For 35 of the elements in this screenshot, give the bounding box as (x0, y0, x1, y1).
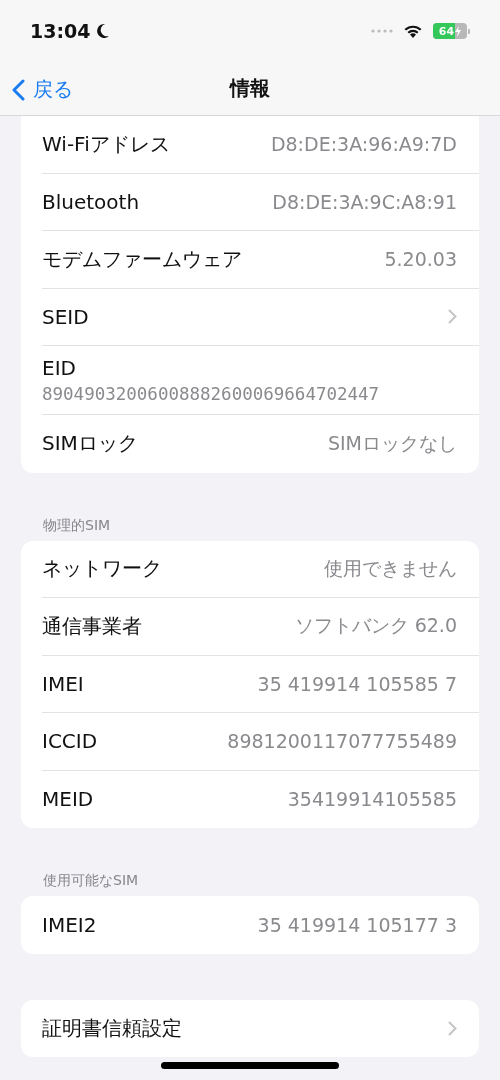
back-chevron-icon (12, 78, 25, 101)
row-value: 89049032006008882600069664702447 (42, 384, 380, 404)
row-label: EID (42, 356, 77, 380)
row-label: IMEI (42, 671, 84, 696)
status-time: 13:04 (30, 20, 91, 42)
row-value: SIMロックなし (327, 430, 457, 456)
row-value: ソフトバンク 62.0 (294, 613, 457, 639)
row-label: Bluetooth (42, 189, 140, 214)
chevron-icon (448, 309, 457, 325)
row-value: 35 419914 105585 7 (257, 672, 457, 695)
section-header: 使用可能なSIM (42, 871, 140, 890)
row-label: IMEI2 (42, 912, 97, 937)
row-label: SIMロック (42, 430, 138, 458)
signal-icon (371, 29, 393, 33)
row-value: 使用できません (324, 555, 457, 581)
row-label: 通信事業者 (42, 612, 142, 640)
row-label: ネットワーク (42, 555, 162, 583)
row-label: MEID (42, 787, 94, 812)
row-value: 8981200117077755489 (227, 730, 457, 753)
row-label: モデムファームウェア (42, 245, 242, 273)
back-button[interactable]: 戻る (10, 74, 75, 105)
chevron-icon (448, 1020, 457, 1036)
row-value: 5.20.03 (384, 248, 457, 271)
row-value: 35 419914 105177 3 (257, 913, 457, 936)
row-label[interactable]: 証明書信頼設定 (42, 1014, 182, 1042)
row-label: ICCID (42, 729, 98, 754)
row-value: D8:DE:3A:9C:A8:91 (272, 190, 457, 213)
row-label[interactable]: SEID (42, 304, 89, 329)
section-header: 物理的SIM (42, 515, 112, 535)
battery-icon: 64 (433, 23, 470, 39)
row-value: 35419914105585 (287, 788, 457, 811)
row-label: Wi-Fiアドレス (42, 130, 170, 158)
row-value: D8:DE:3A:96:A9:7D (270, 133, 457, 156)
wifi-icon (403, 23, 423, 39)
page-title: 情報 (230, 75, 270, 102)
